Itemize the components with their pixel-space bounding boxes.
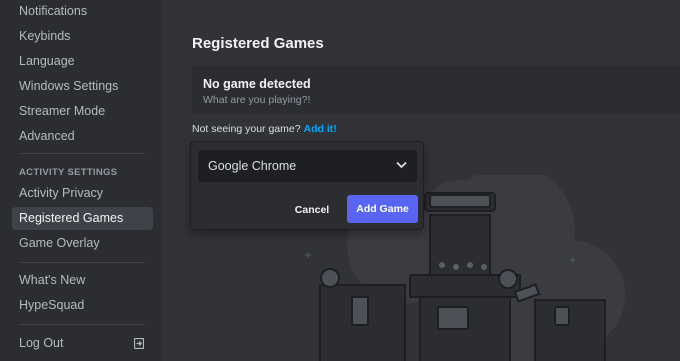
log-out-icon bbox=[134, 338, 144, 349]
game-status-subtitle: What are you playing?! bbox=[203, 94, 311, 106]
add-game-hint-text: Not seeing your game? bbox=[192, 123, 301, 135]
sidebar-item-game-overlay[interactable]: Game Overlay bbox=[12, 232, 153, 255]
chevron-down-icon bbox=[396, 161, 407, 169]
game-status-card: No game detected What are you playing?! bbox=[192, 66, 680, 114]
settings-sidebar: Notifications Keybinds Language Windows … bbox=[0, 0, 162, 361]
registered-games-panel: Registered Games No game detected What a… bbox=[162, 0, 680, 361]
game-status-title: No game detected bbox=[203, 77, 311, 91]
sidebar-item-hypesquad[interactable]: HypeSquad bbox=[12, 294, 153, 317]
sidebar-item-language[interactable]: Language bbox=[12, 50, 153, 73]
sidebar-header-activity-settings: ACTIVITY SETTINGS bbox=[19, 167, 118, 178]
sidebar-item-streamer-mode[interactable]: Streamer Mode bbox=[12, 100, 153, 123]
cancel-button[interactable]: Cancel bbox=[286, 198, 338, 222]
sidebar-item-log-out[interactable]: Log Out bbox=[12, 332, 153, 355]
add-game-button[interactable]: Add Game bbox=[347, 195, 418, 223]
sidebar-item-whats-new[interactable]: What's New bbox=[12, 269, 153, 292]
sidebar-item-keybinds[interactable]: Keybinds bbox=[12, 25, 153, 48]
sidebar-item-activity-privacy[interactable]: Activity Privacy bbox=[12, 182, 153, 205]
sidebar-divider bbox=[19, 153, 145, 154]
add-it-link[interactable]: Add it! bbox=[304, 123, 337, 135]
add-game-hint: Not seeing your game? Add it! bbox=[192, 123, 337, 135]
sidebar-item-advanced[interactable]: Advanced bbox=[12, 125, 153, 148]
sidebar-divider bbox=[19, 262, 145, 263]
sidebar-divider bbox=[19, 324, 145, 325]
add-game-popup: Google Chrome Cancel Add Game bbox=[190, 141, 424, 230]
game-select-dropdown[interactable]: Google Chrome bbox=[198, 150, 417, 182]
page-title: Registered Games bbox=[192, 35, 324, 52]
selected-game: Google Chrome bbox=[208, 159, 297, 173]
sidebar-item-windows-settings[interactable]: Windows Settings bbox=[12, 75, 153, 98]
sidebar-item-notifications[interactable]: Notifications bbox=[12, 0, 153, 23]
log-out-label: Log Out bbox=[19, 336, 64, 350]
sidebar-item-registered-games[interactable]: Registered Games bbox=[12, 207, 153, 230]
